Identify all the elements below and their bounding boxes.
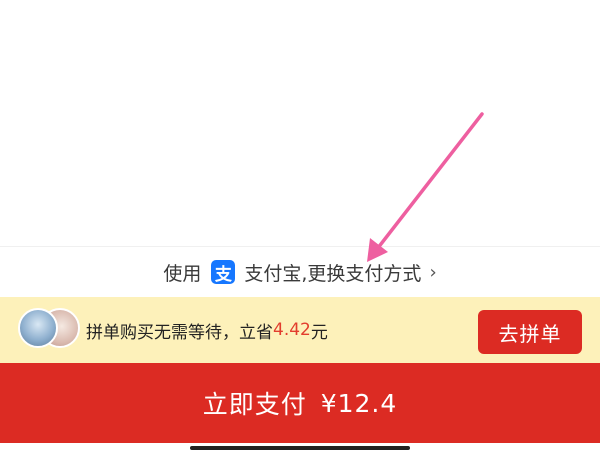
alipay-icon: 支 (211, 260, 236, 285)
join-group-button[interactable]: 去拼单 (478, 310, 582, 354)
change-payment-label: 更换支付方式 (307, 262, 422, 285)
saving-amount: 4.42 (273, 320, 311, 340)
avatar (18, 308, 58, 348)
payment-method-name: 支付宝, (244, 262, 308, 285)
pay-now-label: 立即支付 (202, 390, 307, 419)
home-indicator (190, 446, 410, 450)
payment-prefix: 使用 (163, 262, 202, 285)
chevron-right-icon: › (429, 261, 437, 283)
saving-unit: 元 (310, 322, 328, 343)
change-payment-method-row[interactable]: 使用 支 支付宝, 更换支付方式 › (0, 247, 600, 297)
avatar-group (18, 308, 80, 352)
group-buy-text: 拼单购买无需等待，立省 4.42 元 (86, 297, 328, 363)
blank-content-area (0, 0, 600, 246)
group-buy-description: 拼单购买无需等待，立省 (86, 322, 273, 343)
pay-now-button[interactable]: 立即支付 ¥12.4 (0, 363, 600, 443)
pay-amount: ¥12.4 (320, 388, 398, 418)
